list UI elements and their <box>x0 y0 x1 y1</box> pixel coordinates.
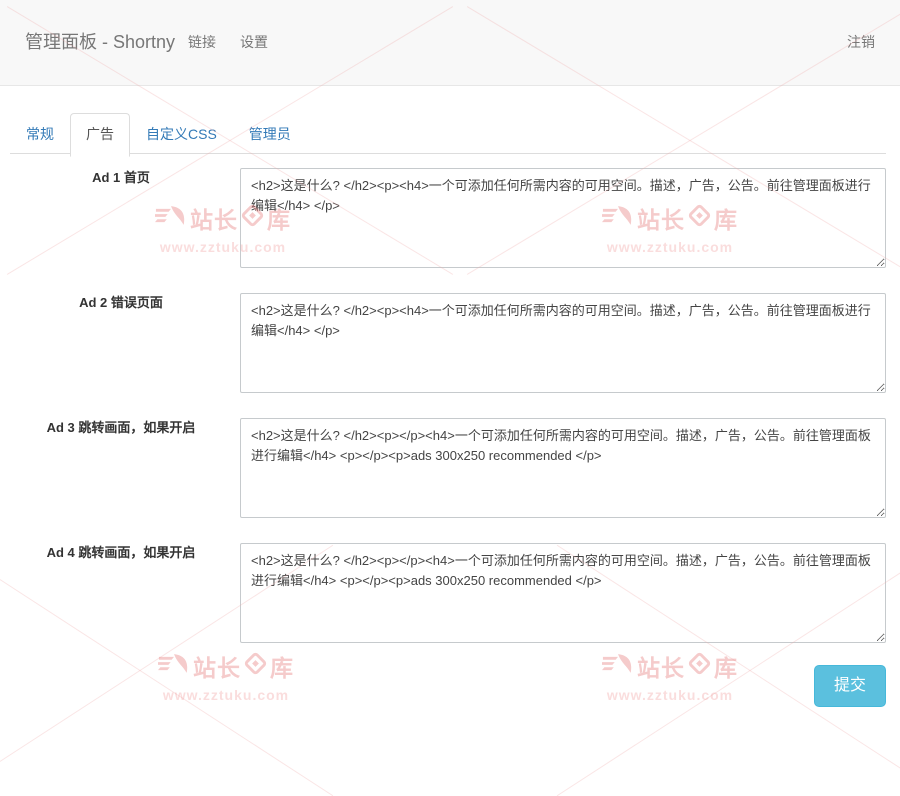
ad1-label: Ad 1 首页 <box>92 170 150 185</box>
watermark-brand-left: 站长 <box>637 655 685 681</box>
zztuku-flame-icon <box>602 653 634 679</box>
zztuku-diamond-icon <box>244 652 267 680</box>
navbar-brand[interactable]: 管理面板 - Shortny <box>25 28 175 54</box>
ad1-textarea[interactable]: <h2>这是什么? </h2><p><h4>一个可添加任何所需内容的可用空间。描… <box>240 168 886 268</box>
ad3-textarea[interactable]: <h2>这是什么? </h2><p></p><h4>一个可添加任何所需内容的可用… <box>240 418 886 518</box>
nav-item-settings[interactable]: 设置 <box>240 32 268 52</box>
submit-button[interactable]: 提交 <box>813 665 886 707</box>
watermark-brand-right: 库 <box>270 655 294 681</box>
watermark-brand-left: 站长 <box>190 207 238 233</box>
watermark-brand-right: 库 <box>714 655 738 681</box>
zztuku-flame-icon <box>158 653 190 679</box>
watermark: 站长 库 www.zztuku.com <box>597 649 743 703</box>
nav-item-links[interactable]: 链接 <box>188 32 216 52</box>
logout-link[interactable]: 注销 <box>847 32 875 52</box>
navbar: 管理面板 - Shortny 链接 设置 注销 <box>0 0 900 86</box>
tab-custom-css[interactable]: 自定义CSS <box>130 113 233 155</box>
tab-ads[interactable]: 广告 <box>70 113 130 157</box>
ad2-textarea[interactable]: <h2>这是什么? </h2><p><h4>一个可添加任何所需内容的可用空间。描… <box>240 293 886 393</box>
zztuku-flame-icon <box>155 205 187 231</box>
watermark: 站长 库 www.zztuku.com <box>153 649 299 703</box>
watermark-url: www.zztuku.com <box>606 687 734 703</box>
settings-tab-bar: 常规 广告 自定义CSS 管理员 <box>10 113 886 157</box>
ad2-label: Ad 2 错误页面 <box>79 295 163 310</box>
tab-admin[interactable]: 管理员 <box>233 113 307 155</box>
watermark-url: www.zztuku.com <box>162 687 290 703</box>
ad4-textarea[interactable]: <h2>这是什么? </h2><p></p><h4>一个可添加任何所需内容的可用… <box>240 543 886 643</box>
zztuku-diamond-icon <box>688 652 711 680</box>
watermark-brand-left: 站长 <box>193 655 241 681</box>
ad3-label: Ad 3 跳转画面，如果开启 <box>46 420 196 435</box>
tab-general[interactable]: 常规 <box>10 113 70 155</box>
ad4-label: Ad 4 跳转画面，如果开启 <box>46 545 196 560</box>
